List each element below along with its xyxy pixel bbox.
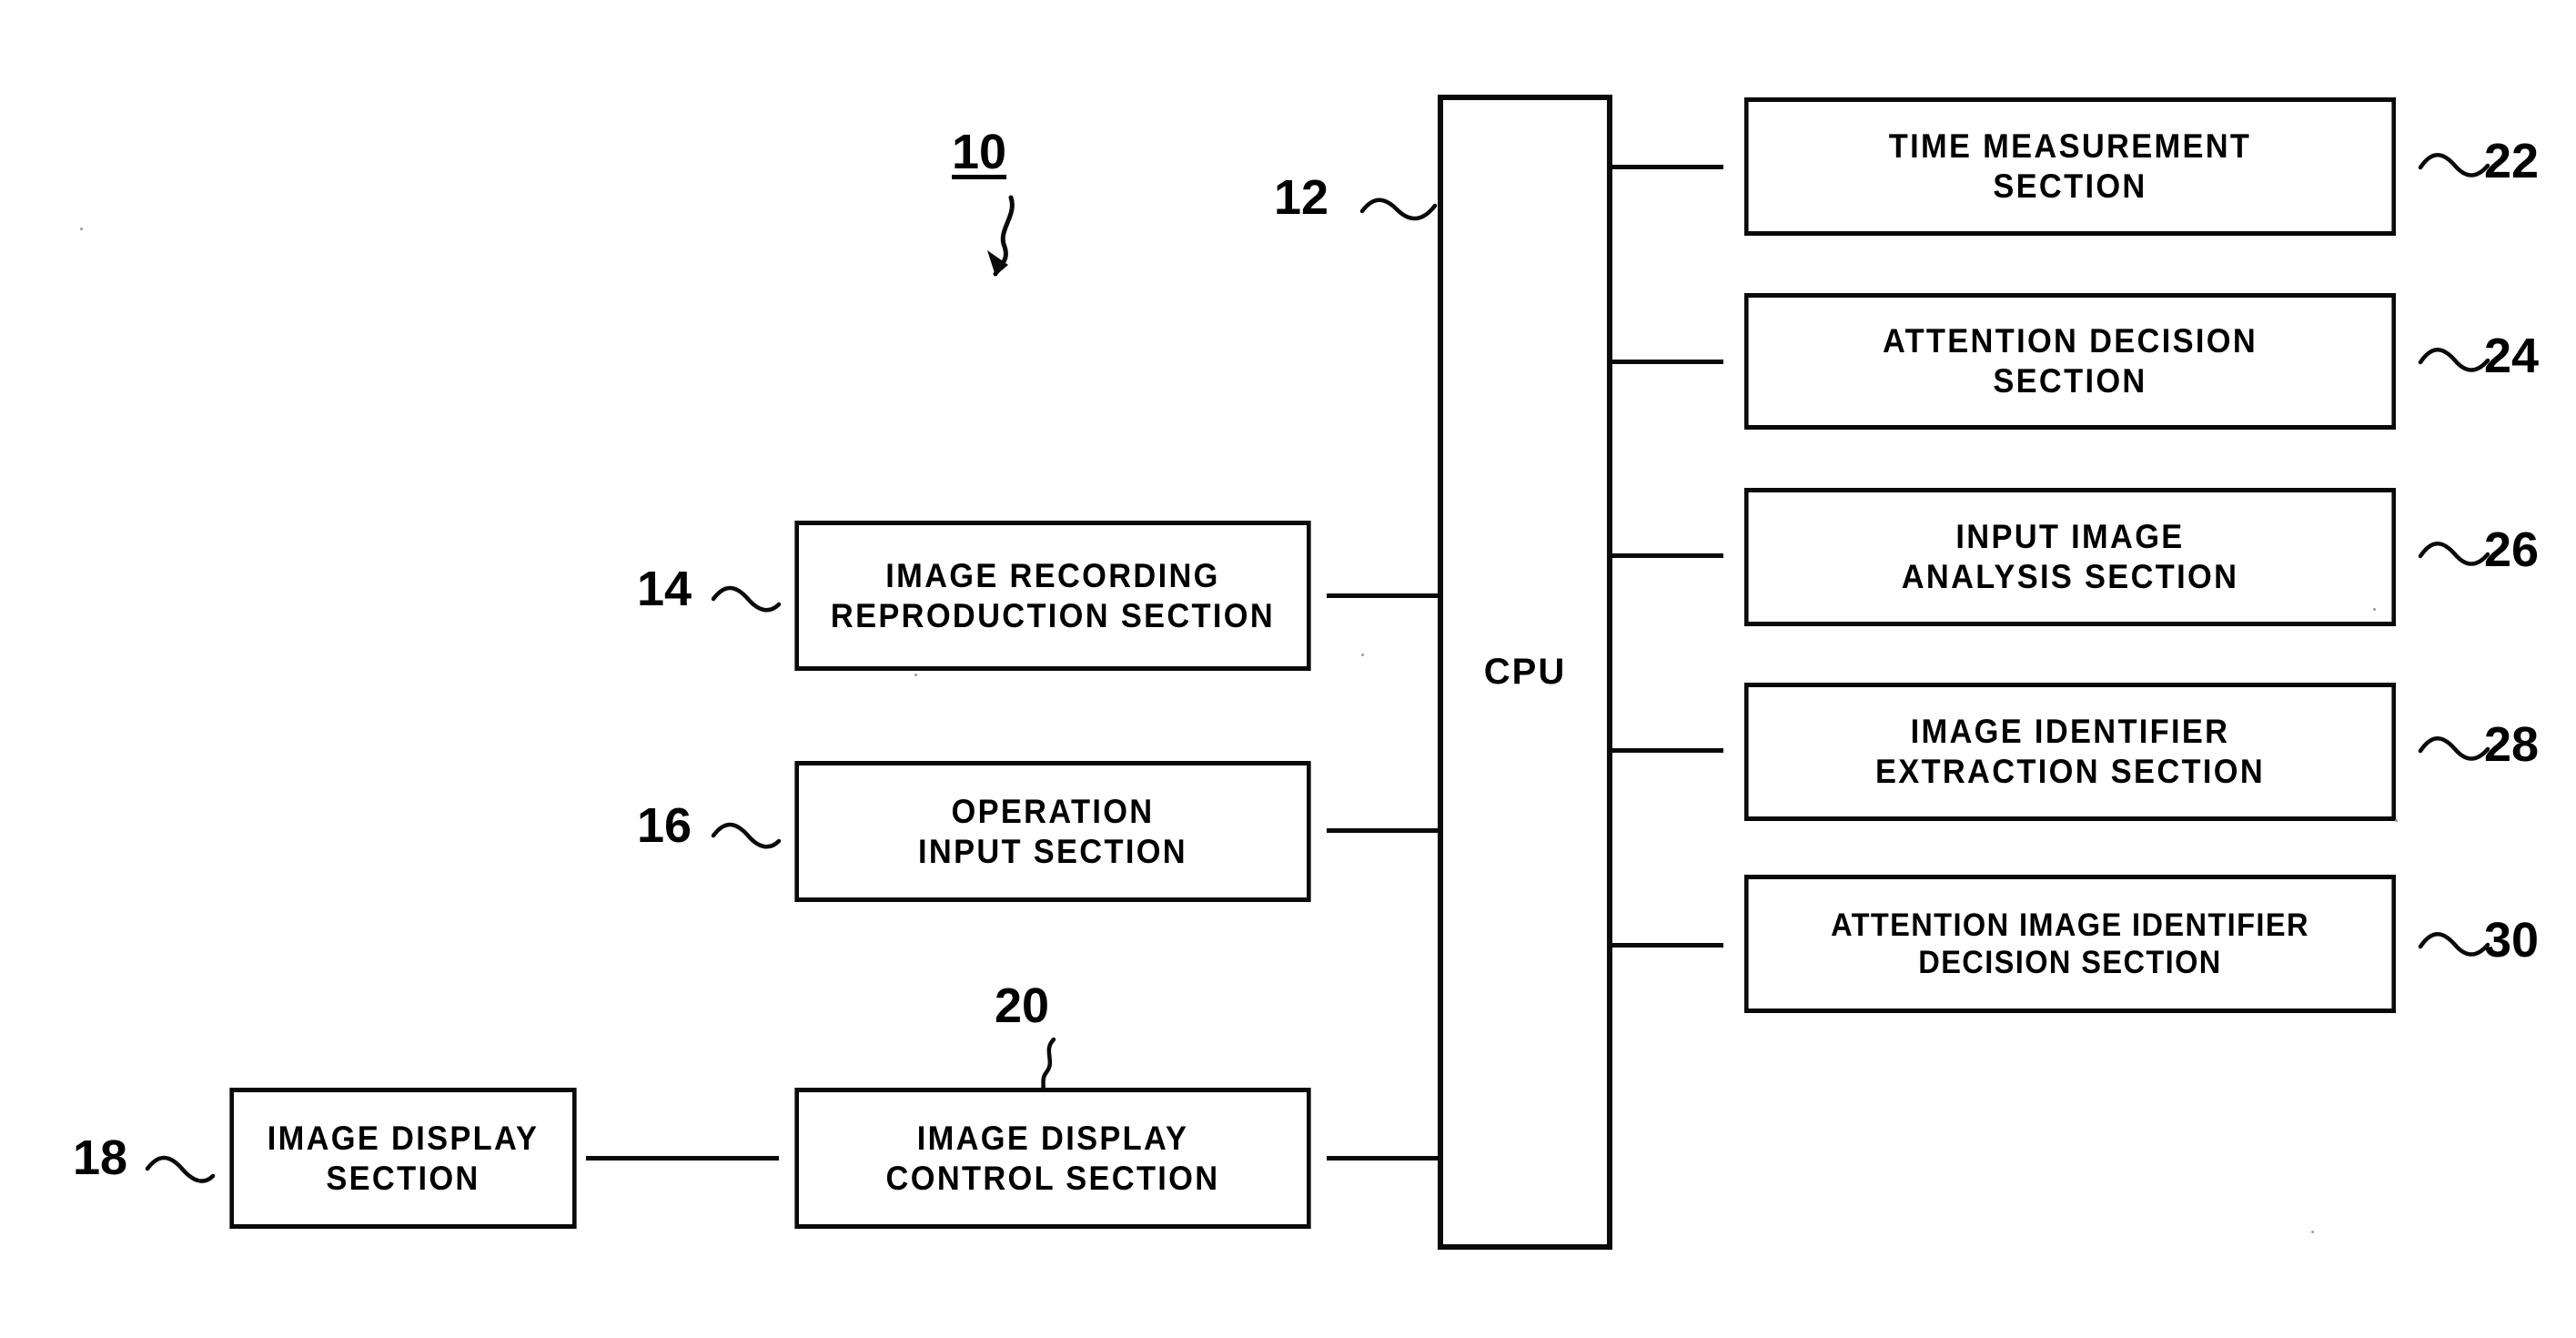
block-line: IMAGE DISPLAY — [267, 1119, 540, 1157]
image-display-control-lead-line-icon — [1026, 1037, 1063, 1093]
operation-input-lead-line-icon — [711, 819, 783, 857]
block-line: OPERATION — [951, 792, 1155, 830]
time-measurement-lead-line-icon — [2418, 147, 2491, 186]
block-operation-input-section: OPERATION INPUT SECTION — [794, 761, 1311, 902]
image-identifier-extraction-reference-numeral: 28 — [2484, 717, 2540, 772]
system-lead-arrow-icon — [981, 195, 1045, 296]
block-line: IMAGE RECORDING — [885, 556, 1220, 594]
scan-speck — [2373, 608, 2376, 611]
scan-speck — [1361, 654, 1364, 656]
block-line: REPRODUCTION SECTION — [830, 596, 1276, 634]
block-input-image-analysis-section: INPUT IMAGE ANALYSIS SECTION — [1743, 488, 2397, 626]
scan-speck — [914, 674, 917, 676]
block-line: DECISION SECTION — [1918, 945, 2222, 980]
connector-cpu-to-input-image-analysis — [1609, 553, 1723, 558]
scan-speck — [2395, 819, 2398, 822]
cpu-block: CPU — [1438, 95, 1612, 1250]
block-line: SECTION — [326, 1159, 480, 1197]
attention-image-identifier-decision-lead-line-icon — [2418, 927, 2491, 965]
block-line: IMAGE DISPLAY — [916, 1119, 1189, 1157]
block-line: TIME MEASUREMENT — [1888, 127, 2252, 166]
block-line: CONTROL SECTION — [885, 1159, 1220, 1197]
block-line: SECTION — [1993, 362, 2147, 400]
connector-image-display-to-control — [586, 1156, 779, 1161]
connector-cpu-to-image-identifier-extraction — [1609, 748, 1723, 753]
block-image-display-control-section: IMAGE DISPLAY CONTROL SECTION — [794, 1088, 1311, 1229]
connector-cpu-to-attention-image-identifier-decision — [1609, 943, 1723, 948]
block-image-display-section: IMAGE DISPLAY SECTION — [229, 1088, 577, 1229]
block-line: INPUT SECTION — [918, 832, 1187, 870]
block-line: IMAGE IDENTIFIER — [1910, 713, 2230, 751]
scan-speck — [2311, 1231, 2314, 1233]
input-image-analysis-reference-numeral: 26 — [2484, 522, 2540, 577]
operation-input-reference-numeral: 16 — [637, 798, 692, 853]
connector-operation-input-to-cpu — [1327, 828, 1441, 833]
block-image-recording-reproduction-section: IMAGE RECORDING REPRODUCTION SECTION — [794, 521, 1311, 671]
image-recording-reference-numeral: 14 — [637, 562, 692, 616]
block-line: ANALYSIS SECTION — [1901, 558, 2239, 595]
cpu-label: CPU — [1483, 652, 1567, 692]
block-line: ATTENTION IMAGE IDENTIFIER — [1831, 907, 2309, 943]
input-image-analysis-lead-line-icon — [2418, 536, 2491, 574]
block-line: SECTION — [1993, 167, 2147, 205]
block-attention-image-identifier-decision-section: ATTENTION IMAGE IDENTIFIER DECISION SECT… — [1743, 875, 2397, 1013]
block-time-measurement-section: TIME MEASUREMENT SECTION — [1743, 97, 2397, 236]
block-line: INPUT IMAGE — [1955, 518, 2185, 556]
connector-image-recording-to-cpu — [1327, 593, 1441, 598]
image-display-lead-line-icon — [145, 1154, 217, 1192]
block-image-identifier-extraction-section: IMAGE IDENTIFIER EXTRACTION SECTION — [1743, 683, 2397, 821]
block-attention-decision-section: ATTENTION DECISION SECTION — [1743, 293, 2397, 430]
connector-cpu-to-attention-decision — [1609, 360, 1723, 364]
cpu-reference-numeral: 12 — [1274, 170, 1329, 225]
image-display-control-reference-numeral: 20 — [995, 978, 1050, 1033]
image-recording-lead-line-icon — [711, 583, 783, 621]
time-measurement-reference-numeral: 22 — [2484, 134, 2540, 188]
block-line: ATTENTION DECISION — [1882, 322, 2258, 360]
image-identifier-extraction-lead-line-icon — [2418, 731, 2491, 769]
connector-image-display-control-to-cpu — [1327, 1156, 1441, 1161]
attention-decision-reference-numeral: 24 — [2484, 329, 2540, 383]
cpu-lead-line-icon — [1359, 193, 1439, 229]
connector-cpu-to-time-measurement — [1609, 165, 1723, 169]
figure-canvas: 10 12 CPU 14 IMAGE RECORDING REPRODUCTIO… — [0, 0, 2576, 1338]
attention-decision-lead-line-icon — [2418, 342, 2491, 380]
attention-image-identifier-decision-reference-numeral: 30 — [2484, 913, 2540, 968]
scan-speck — [80, 228, 83, 230]
block-line: EXTRACTION SECTION — [1874, 753, 2266, 790]
image-display-reference-numeral: 18 — [73, 1130, 128, 1185]
system-reference-numeral: 10 — [952, 125, 1007, 179]
